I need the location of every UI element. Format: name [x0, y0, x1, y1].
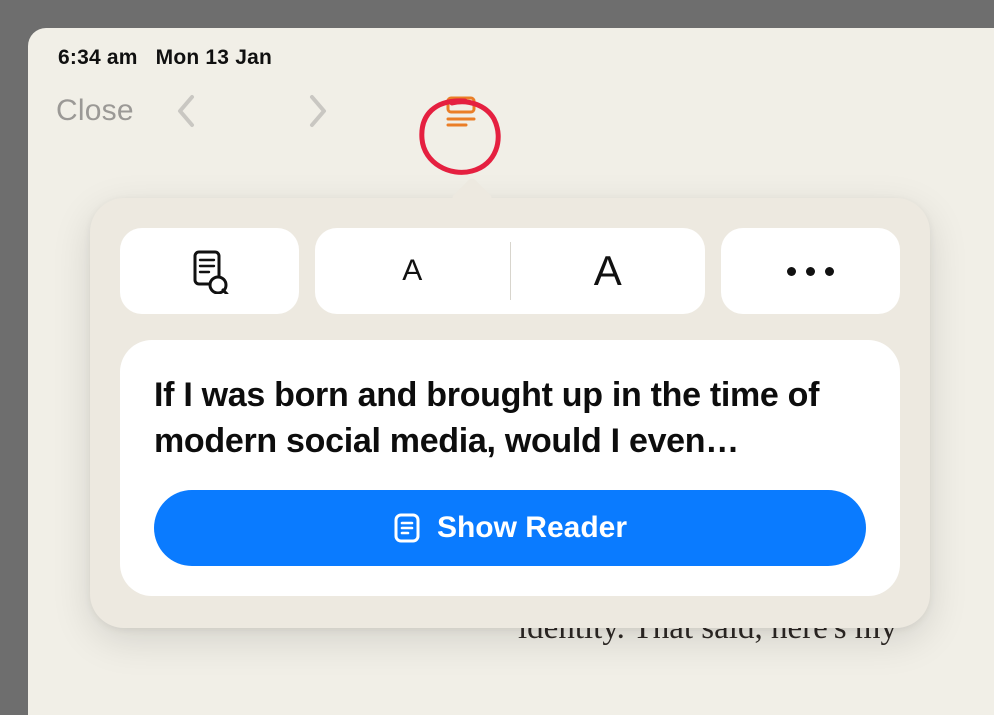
font-increase-button[interactable]: A — [511, 228, 706, 314]
ellipsis-icon — [787, 267, 834, 276]
forward-button[interactable] — [302, 94, 336, 128]
chevron-left-icon — [174, 93, 196, 129]
status-time: 6:34 am — [58, 46, 138, 70]
chevron-right-icon — [308, 93, 330, 129]
page-settings-popover: A A If I was born and brought up in the … — [90, 198, 930, 628]
toolbar: Close — [28, 78, 994, 160]
page-settings-button[interactable] — [444, 95, 478, 127]
status-date: Mon 13 Jan — [156, 46, 272, 70]
page-settings-icon — [444, 95, 478, 127]
back-button[interactable] — [168, 94, 202, 128]
show-reader-button[interactable]: Show Reader — [154, 490, 866, 566]
more-options-button[interactable] — [721, 228, 900, 314]
popover-controls-row: A A — [120, 228, 900, 314]
show-reader-label: Show Reader — [437, 511, 627, 545]
app-window: 6:34 am Mon 13 Jan Close nd to urage ne — [28, 28, 994, 715]
status-bar: 6:34 am Mon 13 Jan — [28, 28, 994, 78]
article-title: If I was born and brought up in the time… — [154, 372, 866, 464]
article-card: If I was born and brought up in the time… — [120, 340, 900, 596]
font-size-control: A A — [315, 228, 705, 314]
close-button[interactable]: Close — [56, 94, 134, 128]
reader-icon — [393, 512, 421, 544]
font-decrease-button[interactable]: A — [315, 228, 510, 314]
listen-page-icon — [189, 248, 229, 294]
listen-page-button[interactable] — [120, 228, 299, 314]
